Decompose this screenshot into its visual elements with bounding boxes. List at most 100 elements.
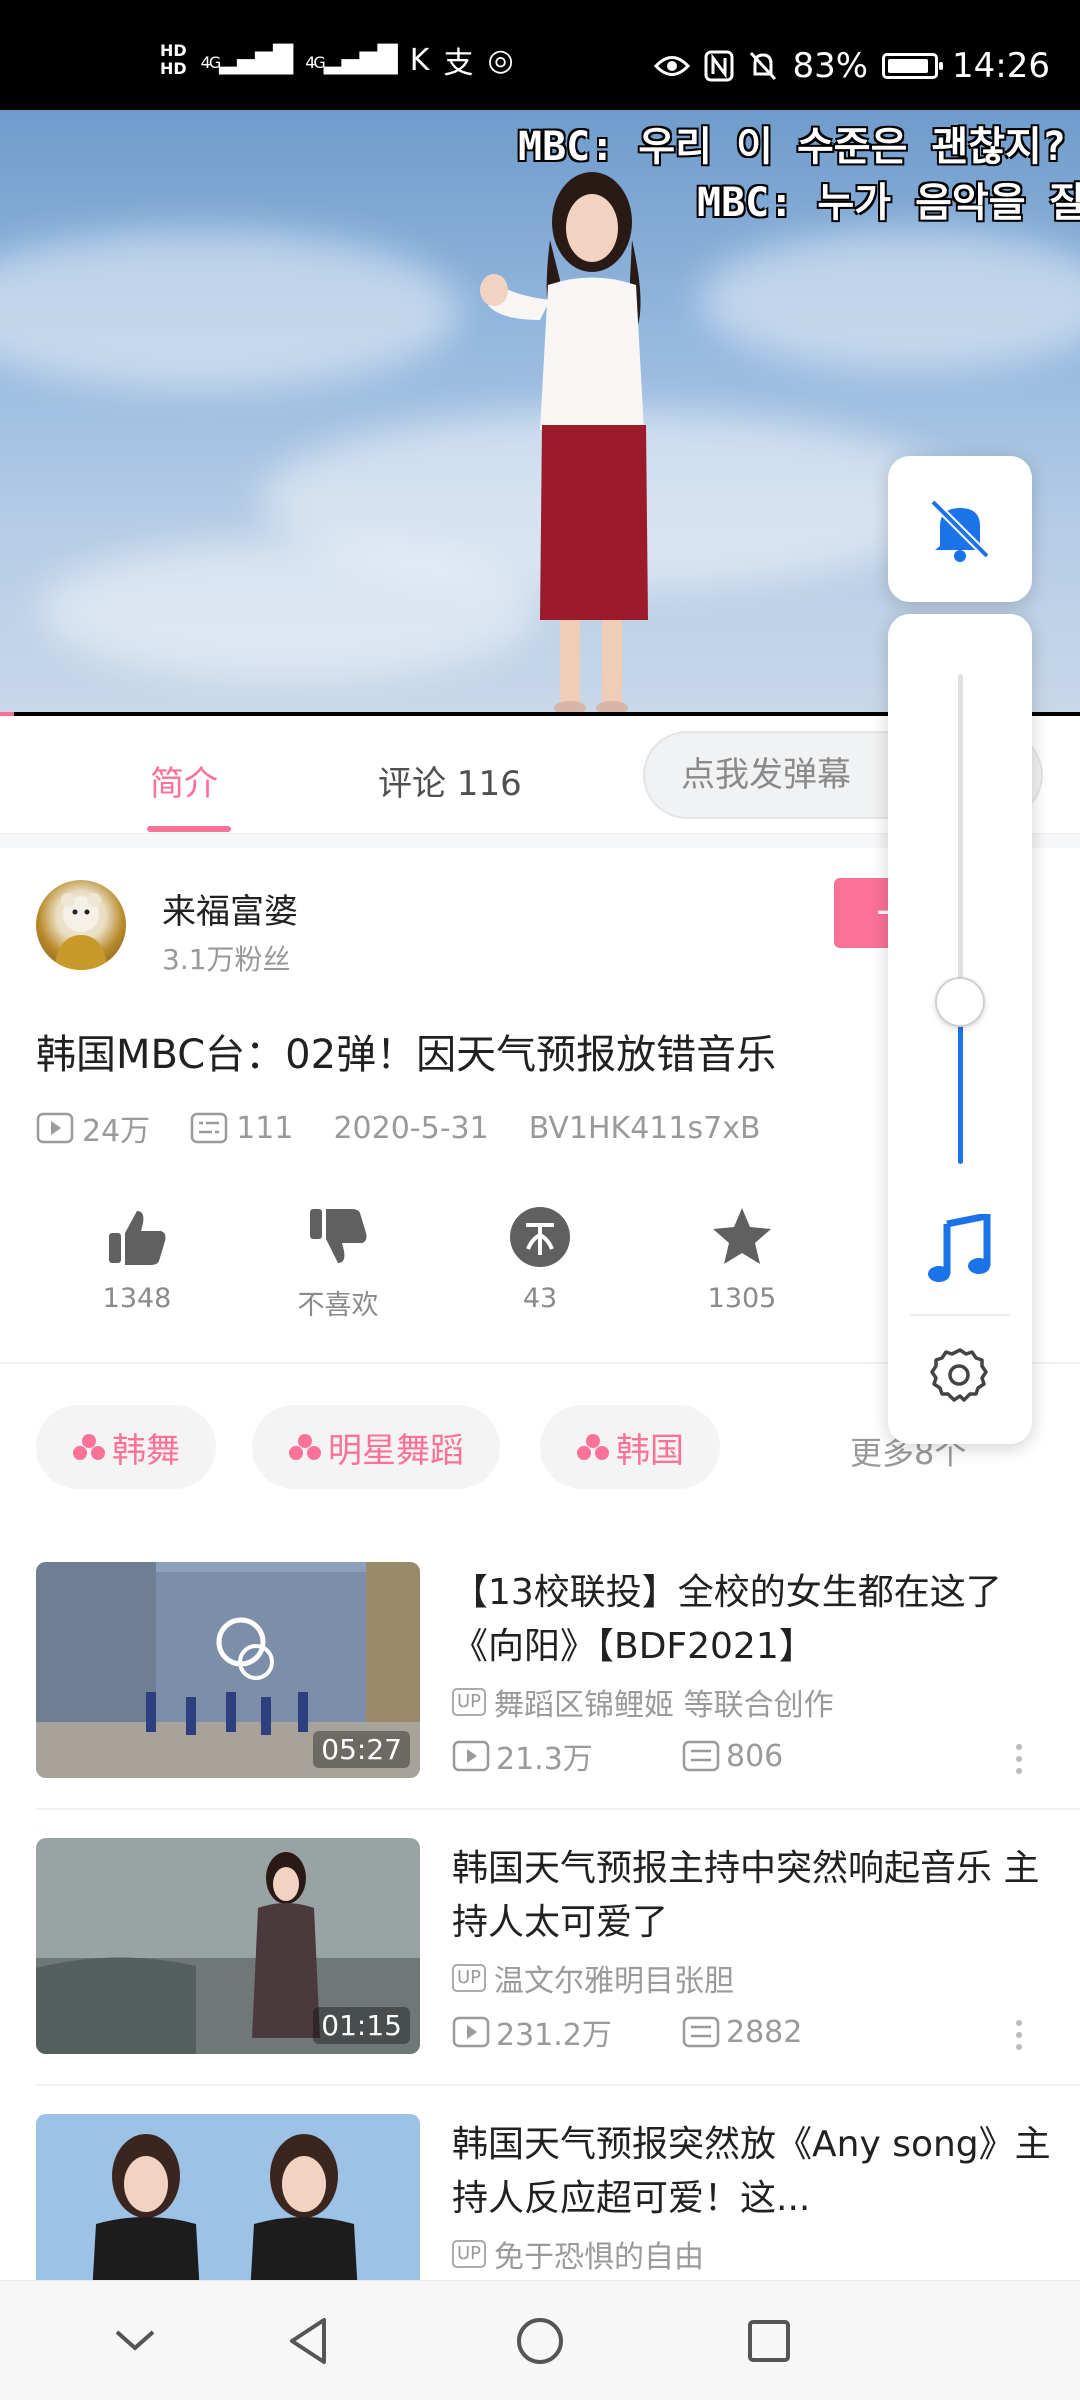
settings-gear-icon[interactable]: [928, 1344, 992, 1408]
tag-channel-icon: [289, 1434, 321, 1460]
tab-active-indicator: [147, 826, 231, 832]
play-count-icon: [452, 1740, 490, 1772]
more-options-icon[interactable]: [1016, 1744, 1024, 1780]
danmaku-count-icon: [682, 2016, 720, 2048]
recommend-views: 21.3万: [452, 1734, 682, 1778]
tag-label: 韩舞: [112, 1430, 180, 1471]
hd1-label: HD: [160, 41, 187, 60]
video-duration: 05:27: [313, 1731, 410, 1768]
danmaku-count: 111: [190, 1111, 293, 1146]
back-icon[interactable]: [286, 2316, 330, 2366]
uploader-fans: 3.1万粉丝: [162, 943, 291, 976]
uploader-avatar[interactable]: [36, 880, 126, 970]
recommend-views-value: 21.3万: [496, 1742, 593, 1777]
recommend-views: 231.2万: [452, 2010, 682, 2054]
recommend-danmaku: 2882: [682, 2015, 802, 2050]
hd-indicator: HD HD: [160, 42, 187, 78]
tag-label: 明星舞蹈: [328, 1430, 464, 1471]
more-options-icon[interactable]: [1016, 2020, 1024, 2056]
status-right-group: 83% 14:26: [654, 46, 1050, 86]
thumbnail-image: [36, 2114, 420, 2280]
recommend-uploader: UP 温文尔雅明目张胆: [452, 1956, 734, 2000]
subtitle-line-2: MBC: 누가 음악을 잘: [697, 180, 1080, 226]
list-divider: [36, 1808, 1080, 1810]
recommend-title[interactable]: 【13校联投】全校的女生都在这了《向阳》【BDF2021】: [452, 1566, 1052, 1674]
thumbs-up-icon: [109, 1211, 166, 1265]
status-bar: HD HD 4G▂▄▆█ 4G▂▄▆█ K 支 ◎ 83% 14:26: [0, 0, 1080, 110]
collapse-chevron-icon[interactable]: [113, 2326, 157, 2356]
tag-chip[interactable]: 韩国: [540, 1405, 720, 1489]
list-divider: [36, 2084, 1080, 2086]
alipay-icon: 支: [443, 46, 474, 81]
recommend-danmaku-value: 2882: [726, 2014, 803, 2050]
recommend-uploader-name: 舞蹈区锦鲤姬 等联合创作: [494, 1688, 834, 1723]
recommend-stats: 231.2万 2882: [452, 2010, 802, 2054]
coin-button[interactable]: 43: [470, 1205, 610, 1314]
publish-date: 2020-5-31: [333, 1110, 489, 1146]
tag-chip[interactable]: 韩舞: [36, 1405, 216, 1489]
tab-intro[interactable]: 简介: [150, 756, 218, 805]
home-icon[interactable]: [515, 2316, 565, 2366]
signal-1-icon: 4G▂▄▆█: [200, 45, 294, 75]
coin-icon: [510, 1207, 570, 1267]
recents-icon[interactable]: [746, 2318, 792, 2364]
view-count: 24万: [36, 1106, 150, 1150]
recommend-views-value: 231.2万: [496, 2018, 612, 2053]
like-count: 1348: [102, 1283, 172, 1314]
play-count-icon: [452, 2016, 490, 2048]
volume-slider-thumb[interactable]: [935, 977, 985, 1028]
recommend-uploader: UP 舞蹈区锦鲤姬 等联合创作: [452, 1680, 834, 1724]
status-left-group: HD HD 4G▂▄▆█ 4G▂▄▆█ K 支 ◎: [160, 38, 514, 82]
recommend-danmaku: 806: [682, 1739, 783, 1774]
up-badge-icon: UP: [452, 1964, 487, 1992]
nfc-icon: [704, 50, 734, 82]
bell-off-icon: [930, 499, 990, 562]
tab-comments[interactable]: 评论 116: [378, 756, 522, 805]
danmaku-count-value: 111: [236, 1110, 294, 1146]
cloud-shape: [0, 230, 460, 390]
favorite-count: 1305: [707, 1283, 777, 1314]
thumbs-down-icon: [310, 1209, 367, 1263]
mute-toggle-card[interactable]: [888, 456, 1032, 602]
recommend-item[interactable]: 01:15 韩国天气预报主持中突然响起音乐 主持人太可爱了 UP 温文尔雅明目张胆…: [0, 1838, 1080, 2078]
clock: 14:26: [952, 46, 1050, 86]
video-thumbnail[interactable]: 05:27: [36, 1562, 420, 1778]
video-thumbnail[interactable]: 01:15: [36, 1838, 420, 2054]
bvid: BV1HK411s7xB: [528, 1110, 761, 1146]
dislike-button[interactable]: 不喜欢: [268, 1205, 408, 1322]
star-icon: [713, 1208, 771, 1264]
recommend-title[interactable]: 韩国天气预报主持中突然响起音乐 主持人太可爱了: [452, 1842, 1052, 1950]
tag-channel-icon: [577, 1434, 609, 1460]
like-button[interactable]: 1348: [67, 1205, 207, 1314]
danmaku-count-icon: [190, 1112, 228, 1144]
recommend-uploader-name: 免于恐惧的自由: [494, 2240, 705, 2275]
recommend-uploader-name: 温文尔雅明目张胆: [494, 1964, 735, 1999]
recommend-item[interactable]: 韩国天气预报突然放《Any song》主持人反应超可爱！这... UP 免于恐惧的…: [0, 2114, 1080, 2280]
favorite-button[interactable]: 1305: [672, 1205, 812, 1314]
recommend-danmaku-value: 806: [726, 1738, 784, 1774]
video-title: 韩国MBC台：02弹！因天气预报放错音乐: [36, 1032, 777, 1078]
video-thumbnail[interactable]: [36, 2114, 420, 2280]
up-badge-icon: UP: [452, 2240, 487, 2268]
tag-label: 韩国: [616, 1430, 684, 1471]
volume-panel-divider: [910, 1314, 1010, 1316]
recommend-title[interactable]: 韩国天气预报突然放《Any song》主持人反应超可爱！这...: [452, 2118, 1052, 2226]
signal-2-icon: 4G▂▄▆█: [305, 45, 398, 75]
tag-channel-icon: [73, 1434, 105, 1460]
battery-percent: 83%: [792, 46, 869, 86]
play-count-icon: [36, 1112, 74, 1144]
up-badge-icon: UP: [452, 1688, 487, 1716]
coin-count: 43: [522, 1283, 558, 1314]
tag-chip[interactable]: 明星舞蹈: [252, 1405, 500, 1489]
avatar-image: [54, 893, 108, 970]
uploader-name[interactable]: 来福富婆: [162, 884, 298, 933]
hd2-label: HD: [160, 59, 187, 78]
cloud-shape: [40, 540, 540, 680]
recommend-item[interactable]: 05:27 【13校联投】全校的女生都在这了《向阳》【BDF2021】 UP 舞蹈…: [0, 1562, 1080, 1802]
system-nav-bar: [0, 2280, 1080, 2400]
k-app-icon: K: [409, 42, 430, 78]
bell-off-icon: [750, 51, 777, 81]
eye-icon: [654, 56, 691, 76]
music-note-icon[interactable]: [925, 1214, 995, 1286]
video-meta-row: 24万 111 2020-5-31 BV1HK411s7xB: [36, 1106, 801, 1150]
